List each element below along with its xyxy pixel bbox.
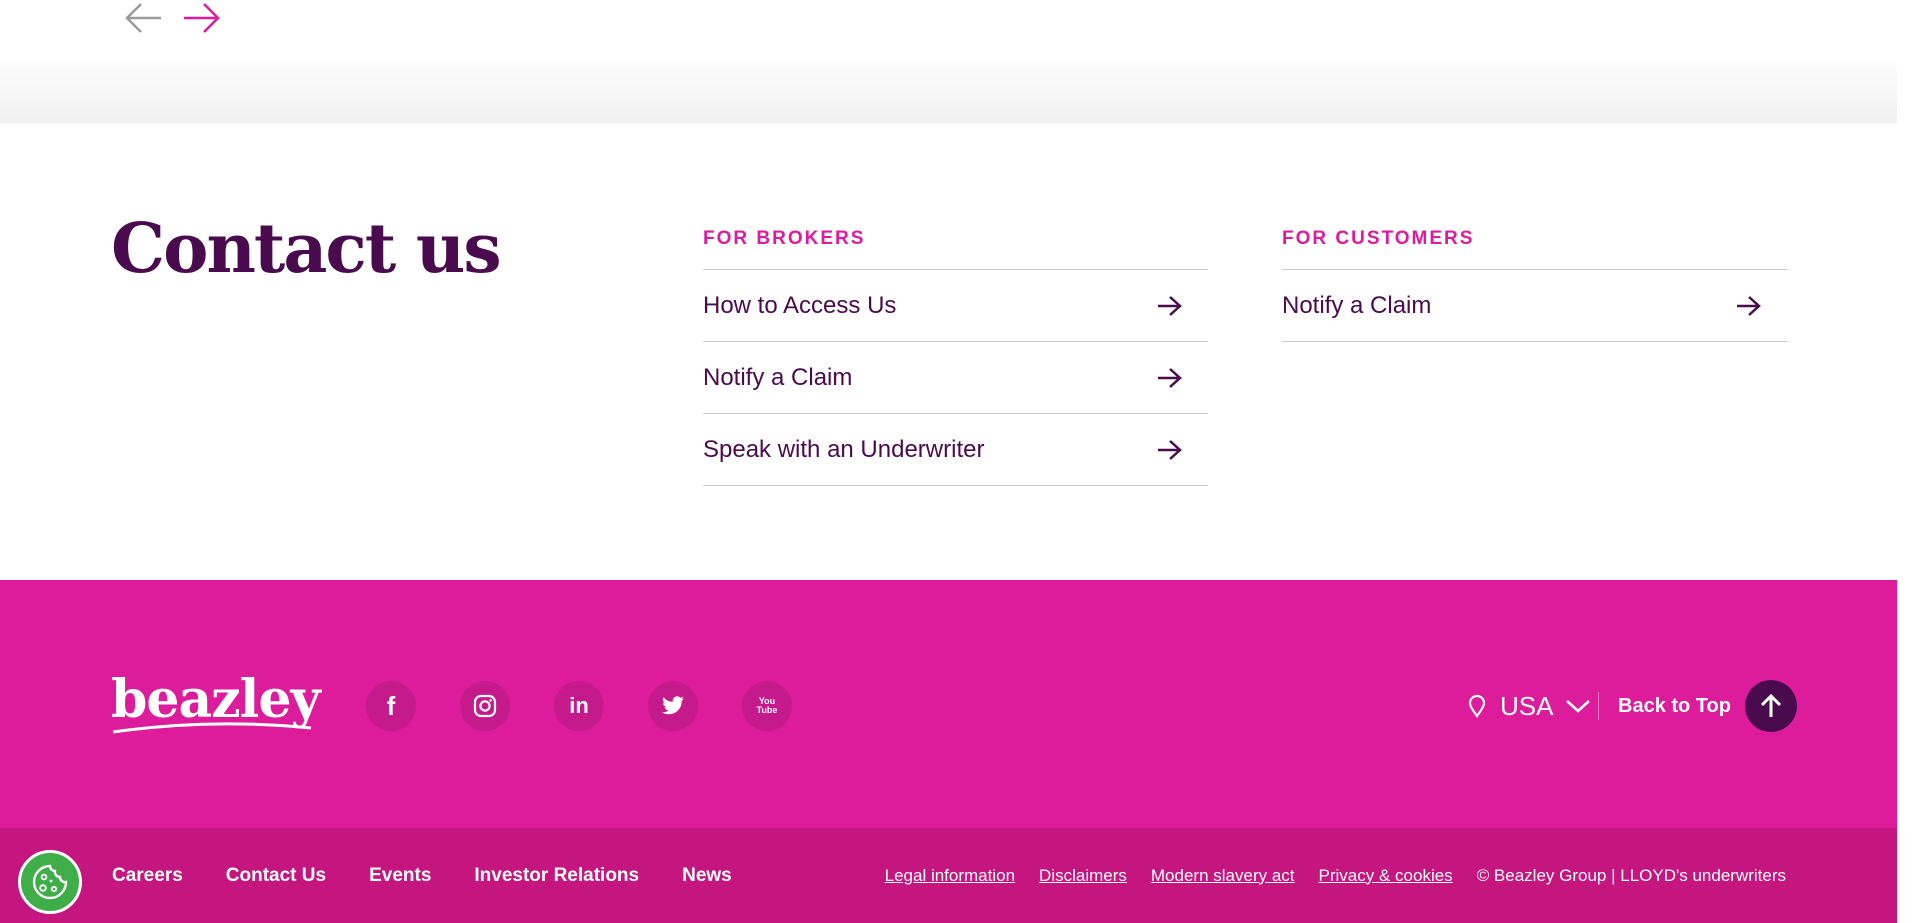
footer-link-events[interactable]: Events [369,865,431,887]
footer-link-contact-us[interactable]: Contact Us [226,865,326,887]
carousel-strip [0,0,1897,123]
logo-swoosh-icon [112,722,312,734]
arrow-right-icon [1158,439,1182,460]
privacy-cookies-link[interactable]: Privacy & cookies [1319,866,1453,886]
arrow-up-icon [1760,693,1782,717]
scrollbar-gutter [1897,0,1920,923]
arrow-left-icon [125,3,161,33]
footer-divider [1598,692,1599,720]
footer-main: beazley f in You Tube USA Back to Top [0,580,1897,828]
facebook-button[interactable]: f [366,681,416,731]
footer-link-careers[interactable]: Careers [112,865,183,887]
carousel-prev-button[interactable] [122,0,164,36]
arrow-right-icon [1158,367,1182,388]
brokers-column: FOR BROKERS How to Access Us Notify a Cl… [703,218,1208,486]
beazley-logo[interactable]: beazley [111,670,321,740]
twitter-icon [662,696,684,715]
arrow-right-icon [1158,295,1182,316]
footer-link-news[interactable]: News [682,865,732,887]
instagram-button[interactable] [460,681,510,731]
how-to-access-us-link[interactable]: How to Access Us [703,270,1208,342]
back-to-top-circle [1744,680,1797,732]
facebook-icon: f [386,690,396,721]
chevron-down-icon [1566,700,1591,713]
footer-nav: Careers Contact Us Events Investor Relat… [112,828,775,923]
youtube-icon: You Tube [756,696,778,715]
location-label: USA [1500,690,1554,721]
modern-slavery-act-link[interactable]: Modern slavery act [1151,866,1295,886]
cookie-settings-button[interactable] [18,850,82,914]
brokers-notify-claim-link[interactable]: Notify a Claim [703,342,1208,414]
cookie-icon [32,864,68,900]
linkedin-icon: in [569,693,589,718]
customers-notify-claim-link[interactable]: Notify a Claim [1282,270,1787,342]
customers-column: FOR CUSTOMERS Notify a Claim [1282,218,1787,342]
arrow-right-icon [1737,295,1761,316]
contact-section: Contact us FOR BROKERS How to Access Us … [0,123,1897,580]
speak-with-underwriter-link[interactable]: Speak with an Underwriter [703,414,1208,486]
legal-information-link[interactable]: Legal information [885,866,1015,886]
link-label: Speak with an Underwriter [703,435,985,463]
footer-bottom: Careers Contact Us Events Investor Relat… [0,828,1897,923]
link-label: Notify a Claim [1282,291,1432,319]
contact-title: Contact us [111,209,502,289]
carousel-next-button[interactable] [181,0,223,36]
linkedin-button[interactable]: in [554,681,604,731]
youtube-button[interactable]: You Tube [742,681,792,731]
brokers-heading: FOR BROKERS [703,218,1208,270]
copyright-text: © Beazley Group | LLOYD's underwriters [1476,865,1786,885]
back-to-top-button[interactable]: Back to Top [1618,680,1797,732]
legal-links: Legal information Disclaimers Modern sla… [861,828,1786,923]
link-label: How to Access Us [703,291,897,319]
twitter-button[interactable] [648,681,698,731]
footer-link-investor-relations[interactable]: Investor Relations [474,865,639,887]
back-to-top-label: Back to Top [1618,694,1731,717]
link-label: Notify a Claim [703,363,853,391]
instagram-icon [473,694,497,718]
customers-heading: FOR CUSTOMERS [1282,218,1787,270]
arrow-right-icon [184,3,220,33]
disclaimers-link[interactable]: Disclaimers [1039,866,1127,886]
map-pin-icon [1468,694,1486,718]
location-selector[interactable]: USA [1466,683,1591,729]
